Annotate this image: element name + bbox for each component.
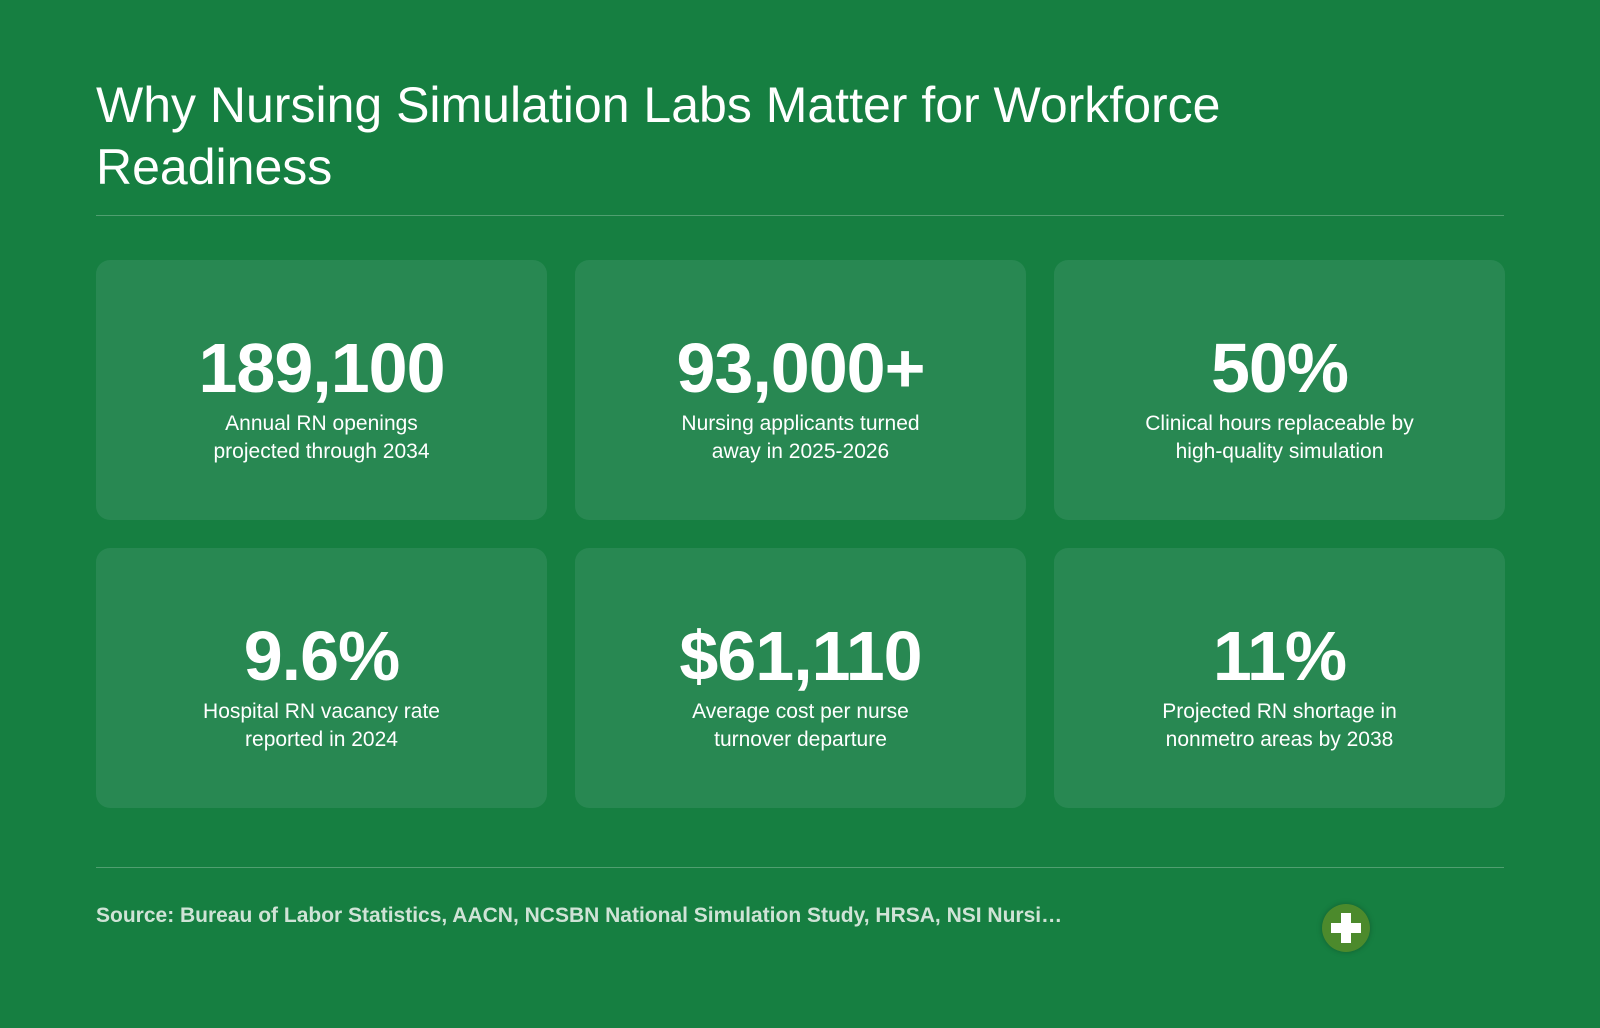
stat-value: 189,100 [198,329,445,407]
page-title: Why Nursing Simulation Labs Matter for W… [96,77,1221,195]
stat-label: Clinical hours replaceable by high-quali… [1145,412,1414,463]
stat-card-rn-openings: 189,100 Annual RN openings projected thr… [96,260,547,520]
stat-label: Annual RN openings projected through 203… [213,412,430,463]
stat-value: 11% [1212,617,1347,695]
stat-card-applicants-turned-away: 93,000+ Nursing applicants turned away i… [575,260,1026,520]
stat-value: $61,110 [679,617,922,695]
stat-card-vacancy-rate: 9.6% Hospital RN vacancy rate reported i… [96,548,547,808]
stat-label: Projected RN shortage in nonmetro areas … [1162,700,1397,751]
infographic: Why Nursing Simulation Labs Matter for W… [96,0,1505,1028]
footer-divider [96,867,1504,868]
stat-value: 50% [1210,329,1349,407]
medical-cross-icon [1322,904,1370,952]
stat-value: 9.6% [243,617,401,695]
stat-card-clinical-hours: 50% Clinical hours replaceable by high-q… [1054,260,1505,520]
stat-label: Average cost per nurse turnover departur… [692,700,909,751]
stat-value: 93,000+ [676,329,926,407]
stat-label: Hospital RN vacancy rate reported in 202… [203,700,440,751]
stat-label: Nursing applicants turned away in 2025-2… [681,412,920,463]
source-citation: Source: Bureau of Labor Statistics, AACN… [96,904,1063,927]
stat-card-nonmetro-shortage: 11% Projected RN shortage in nonmetro ar… [1054,548,1505,808]
stats-grid: 189,100 Annual RN openings projected thr… [96,260,1505,808]
title-divider [96,215,1504,216]
stat-card-turnover-cost: $61,110 Average cost per nurse turnover … [575,548,1026,808]
